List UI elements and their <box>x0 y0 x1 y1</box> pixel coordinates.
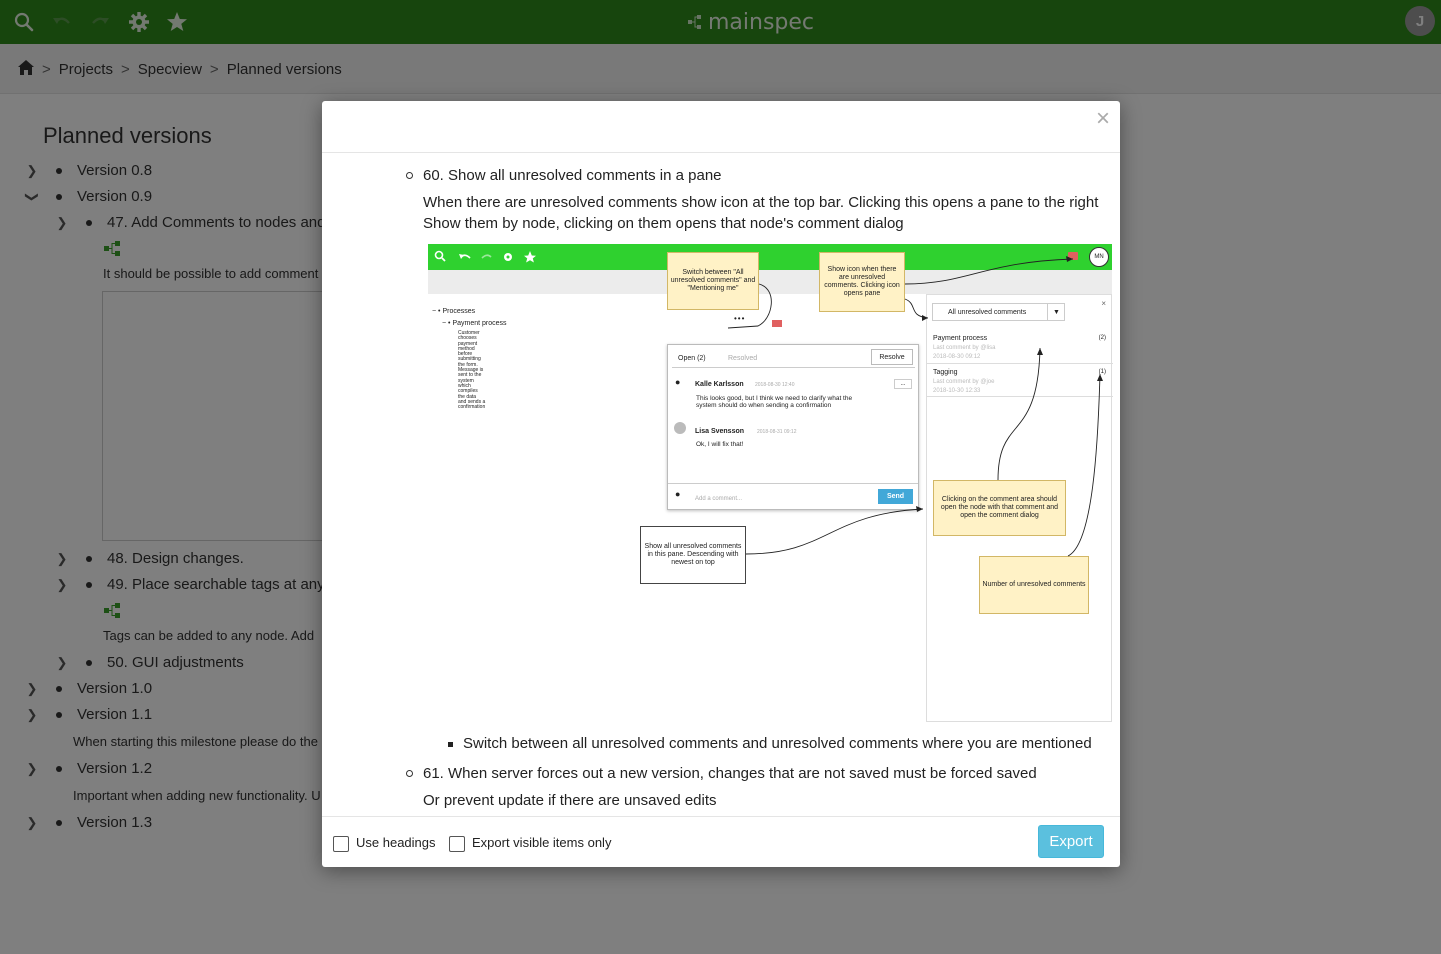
item-60-paragraph: Show them by node, clicking on them open… <box>423 215 904 232</box>
dialog-footer: Use headings Export visible items only E… <box>322 816 1120 867</box>
export-dialog: × 60. Show all unresolved comments in a … <box>322 101 1120 867</box>
sub-bullet-text: Switch between all unresolved comments a… <box>463 735 1092 752</box>
use-headings-checkbox[interactable] <box>333 836 349 852</box>
embedded-screenshot: MN − • Processes − • Payment process Cus… <box>428 244 1113 722</box>
dialog-preview[interactable]: 60. Show all unresolved comments in a pa… <box>322 154 1120 816</box>
list-circle-bullet <box>406 770 413 777</box>
export-button[interactable]: Export <box>1038 825 1104 858</box>
export-visible-label[interactable]: Export visible items only <box>472 835 611 850</box>
use-headings-label[interactable]: Use headings <box>356 835 436 850</box>
item-60-title: 60. Show all unresolved comments in a pa… <box>423 167 722 184</box>
item-61-title: 61. When server forces out a new version… <box>423 765 1037 782</box>
mini-connector-arrows <box>727 256 1103 557</box>
close-icon[interactable]: × <box>1096 107 1110 131</box>
list-square-bullet <box>448 742 453 747</box>
item-60-paragraph: When there are unresolved comments show … <box>423 194 1099 211</box>
export-visible-checkbox[interactable] <box>449 836 465 852</box>
list-circle-bullet <box>406 172 413 179</box>
item-61-paragraph: Or prevent update if there are unsaved e… <box>423 792 717 809</box>
dialog-header: × <box>322 101 1120 153</box>
